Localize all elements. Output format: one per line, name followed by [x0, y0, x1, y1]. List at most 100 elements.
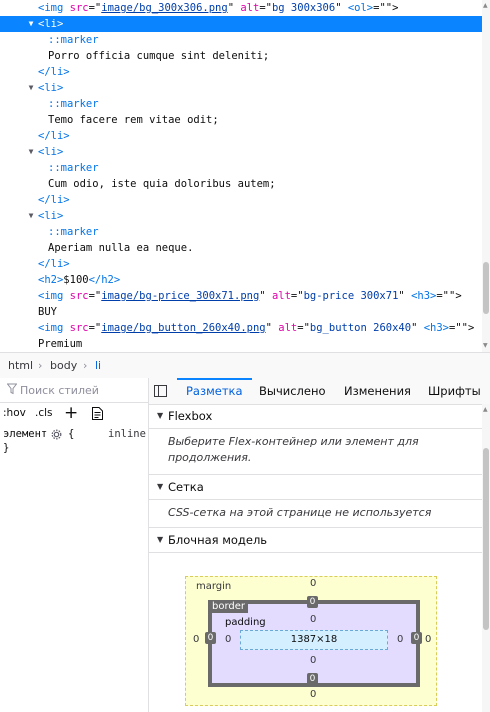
close-brace: }: [3, 442, 10, 454]
markup-line-text[interactable]: Premium: [0, 336, 482, 352]
scroll-up-icon[interactable]: ▲: [483, 2, 489, 9]
li-text: Aperiam nulla ea neque.: [48, 242, 194, 254]
margin-right-value[interactable]: 0: [425, 634, 431, 645]
grid-message: CSS-сетка на этой странице не использует…: [168, 506, 432, 519]
scroll-down-icon[interactable]: ▼: [483, 342, 489, 349]
markup-line-text[interactable]: Temo facere rem vitae odit;: [0, 112, 482, 128]
add-rule-icon[interactable]: +: [64, 403, 78, 423]
tab-changes[interactable]: Изменения: [344, 378, 411, 404]
h2-text: $100: [63, 274, 89, 286]
marker-pseudo: ::marker: [48, 34, 99, 46]
expand-arrow-icon[interactable]: ▼: [26, 208, 36, 224]
hov-toggle[interactable]: :hov: [3, 407, 26, 419]
expand-arrow-icon[interactable]: ▼: [26, 144, 36, 160]
src-link[interactable]: image/bg_300x306.png: [101, 2, 227, 14]
markup-scrollbar-thumb[interactable]: [483, 262, 489, 314]
markup-line-marker[interactable]: ::marker: [0, 160, 482, 176]
markup-line-marker[interactable]: ::marker: [0, 32, 482, 48]
chevron-down-icon: ▼: [157, 482, 164, 491]
border-right-value[interactable]: 0: [411, 632, 422, 644]
markup-line-close-li[interactable]: </li>: [0, 192, 482, 208]
marker-pseudo: ::marker: [48, 98, 99, 110]
breadcrumb: html › body › li: [0, 352, 490, 379]
expand-arrow-icon[interactable]: ▼: [26, 80, 36, 96]
padding-left-value[interactable]: 0: [225, 634, 231, 645]
element-selector: элемент: [3, 428, 48, 440]
markup-line-img[interactable]: <img src="image/bg_300x306.png" alt="bg …: [0, 0, 482, 16]
markup-line-close-li[interactable]: </li>: [0, 128, 482, 144]
flexbox-section-header[interactable]: ▼ Flexbox: [149, 404, 482, 429]
tag-img: <img: [38, 2, 64, 14]
padding-right-value[interactable]: 0: [397, 634, 403, 645]
margin-left-value[interactable]: 0: [193, 634, 199, 645]
box-model-content[interactable]: 1387×18: [240, 630, 388, 650]
tab-computed[interactable]: Вычислено: [259, 378, 326, 404]
tab-fonts[interactable]: Шрифты: [428, 378, 481, 404]
tag-li-close: </li>: [38, 194, 70, 206]
attr-src: src: [69, 322, 89, 334]
padding-top-value[interactable]: 0: [310, 614, 316, 625]
grid-heading: Сетка: [168, 480, 204, 494]
alt-value: bg 300x306: [271, 2, 336, 14]
margin-bottom-value[interactable]: 0: [310, 689, 316, 700]
breadcrumb-body[interactable]: body: [50, 353, 77, 378]
premium-text: Premium: [38, 338, 83, 350]
alt-value: bg_button 260x40: [309, 322, 412, 334]
markup-line-img[interactable]: <img src="image/bg-price_300x71.png" alt…: [0, 288, 482, 304]
expand-arrow-icon[interactable]: ▼: [26, 16, 36, 32]
open-brace: {: [68, 428, 75, 440]
tag-h2-close: </h2>: [88, 274, 121, 286]
attr-src: src: [69, 2, 89, 14]
scroll-up-icon[interactable]: ▲: [483, 406, 489, 413]
toggle-sidebar-icon[interactable]: [154, 385, 167, 397]
border-label: border: [209, 601, 249, 613]
markup-line-text[interactable]: Cum odio, iste quia doloribus autem;: [0, 176, 482, 192]
boxmodel-section-header[interactable]: ▼ Блочная модель: [149, 527, 482, 553]
tag-ol: <ol>: [347, 2, 374, 14]
grid-section-header[interactable]: ▼ Сетка: [149, 474, 482, 500]
layout-scrollbar-thumb[interactable]: [483, 448, 489, 630]
markup-line-marker[interactable]: ::marker: [0, 224, 482, 240]
markup-line-text[interactable]: Aperiam nulla ea neque.: [0, 240, 482, 256]
src-link[interactable]: image/bg-price_300x71.png: [101, 290, 259, 302]
tab-layout[interactable]: Разметка: [177, 378, 252, 404]
markup-line-close-li[interactable]: </li>: [0, 256, 482, 272]
breadcrumb-html[interactable]: html: [8, 353, 33, 378]
markup-line-h2[interactable]: <h2>$100</h2>: [0, 272, 482, 288]
padding-label: padding: [225, 617, 266, 628]
breadcrumb-separator-icon: ›: [83, 359, 88, 372]
markup-line-li-selected[interactable]: ▼ <li>: [0, 16, 482, 32]
li-text: Cum odio, iste quia doloribus autem;: [48, 178, 276, 190]
breadcrumb-separator-icon: ›: [38, 359, 43, 372]
markup-view: <img src="image/bg_300x306.png" alt="bg …: [0, 0, 490, 352]
markup-line-text[interactable]: BUY: [0, 304, 482, 320]
border-left-value[interactable]: 0: [205, 632, 216, 644]
padding-bottom-value[interactable]: 0: [310, 655, 316, 666]
layout-panel: Разметка Вычислено Изменения Шрифты ▼ Fl…: [149, 378, 490, 712]
layout-scrollbar[interactable]: ▲: [482, 404, 490, 712]
markup-scrollbar[interactable]: ▲ ▼: [482, 0, 490, 352]
marker-pseudo: ::marker: [48, 226, 99, 238]
border-bottom-value[interactable]: 0: [307, 673, 318, 685]
marker-pseudo: ::marker: [48, 162, 99, 174]
markup-line-text[interactable]: Porro officia cumque sint deleniti;: [0, 48, 482, 64]
gear-icon[interactable]: [51, 429, 62, 440]
display-value: inline: [108, 428, 146, 440]
breadcrumb-li[interactable]: li: [95, 353, 101, 378]
margin-top-value[interactable]: 0: [310, 578, 316, 589]
styles-filter[interactable]: Поиск стилей: [0, 378, 148, 403]
src-link[interactable]: image/bg_button_260x40.png: [101, 322, 265, 334]
markup-line-img[interactable]: <img src="image/bg_button_260x40.png" al…: [0, 320, 482, 336]
markup-line-li[interactable]: ▼ <li>: [0, 80, 482, 96]
print-media-icon[interactable]: [92, 407, 103, 420]
markup-line-close-li[interactable]: </li>: [0, 64, 482, 80]
attr-src: src: [69, 290, 89, 302]
markup-line-li[interactable]: ▼ <li>: [0, 144, 482, 160]
attr-alt: alt: [240, 2, 260, 14]
border-top-value[interactable]: 0: [307, 596, 318, 608]
cls-toggle[interactable]: .cls: [35, 407, 53, 419]
filter-icon: [7, 383, 17, 395]
markup-line-li[interactable]: ▼ <li>: [0, 208, 482, 224]
alt-value: bg-price 300x71: [303, 290, 399, 302]
markup-line-marker[interactable]: ::marker: [0, 96, 482, 112]
